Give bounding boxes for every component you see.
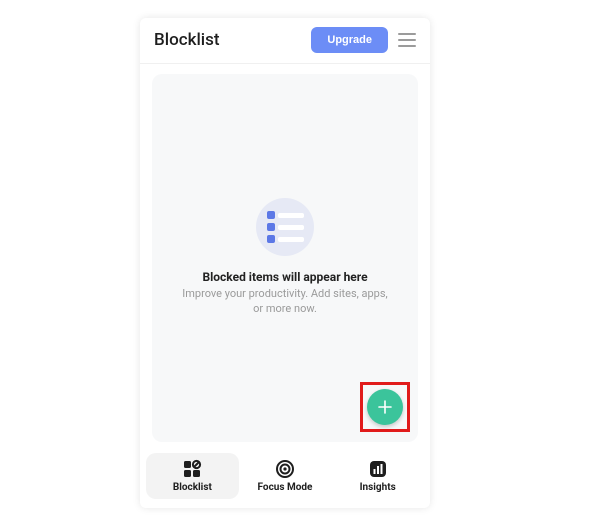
empty-state-title: Blocked items will appear here <box>202 270 367 284</box>
app-frame: Blocklist Upgrade Blocked items will app… <box>140 18 430 508</box>
nav-label: Blocklist <box>173 482 212 493</box>
plus-icon <box>377 399 393 415</box>
hamburger-menu-icon[interactable] <box>398 29 420 51</box>
nav-label: Insights <box>360 482 396 493</box>
empty-state-card: Blocked items will appear here Improve y… <box>152 74 418 442</box>
blocklist-icon <box>182 459 202 479</box>
add-button[interactable] <box>367 389 403 425</box>
upgrade-button[interactable]: Upgrade <box>311 27 388 53</box>
insights-icon <box>368 459 388 479</box>
nav-blocklist[interactable]: Blocklist <box>146 453 239 499</box>
target-icon <box>275 459 295 479</box>
blocklist-illustration-icon <box>256 198 314 256</box>
bottom-nav: Blocklist Focus Mode Insigh <box>140 448 430 508</box>
nav-label: Focus Mode <box>258 482 313 493</box>
header-actions: Upgrade <box>311 27 420 53</box>
nav-insights[interactable]: Insights <box>331 453 424 499</box>
page-title: Blocklist <box>154 30 220 50</box>
add-button-highlight[interactable] <box>360 382 410 432</box>
empty-state-subtitle: Improve your productivity. Add sites, ap… <box>152 287 418 317</box>
nav-focus-mode[interactable]: Focus Mode <box>239 453 332 499</box>
header: Blocklist Upgrade <box>140 18 430 64</box>
main-content: Blocked items will appear here Improve y… <box>140 64 430 448</box>
